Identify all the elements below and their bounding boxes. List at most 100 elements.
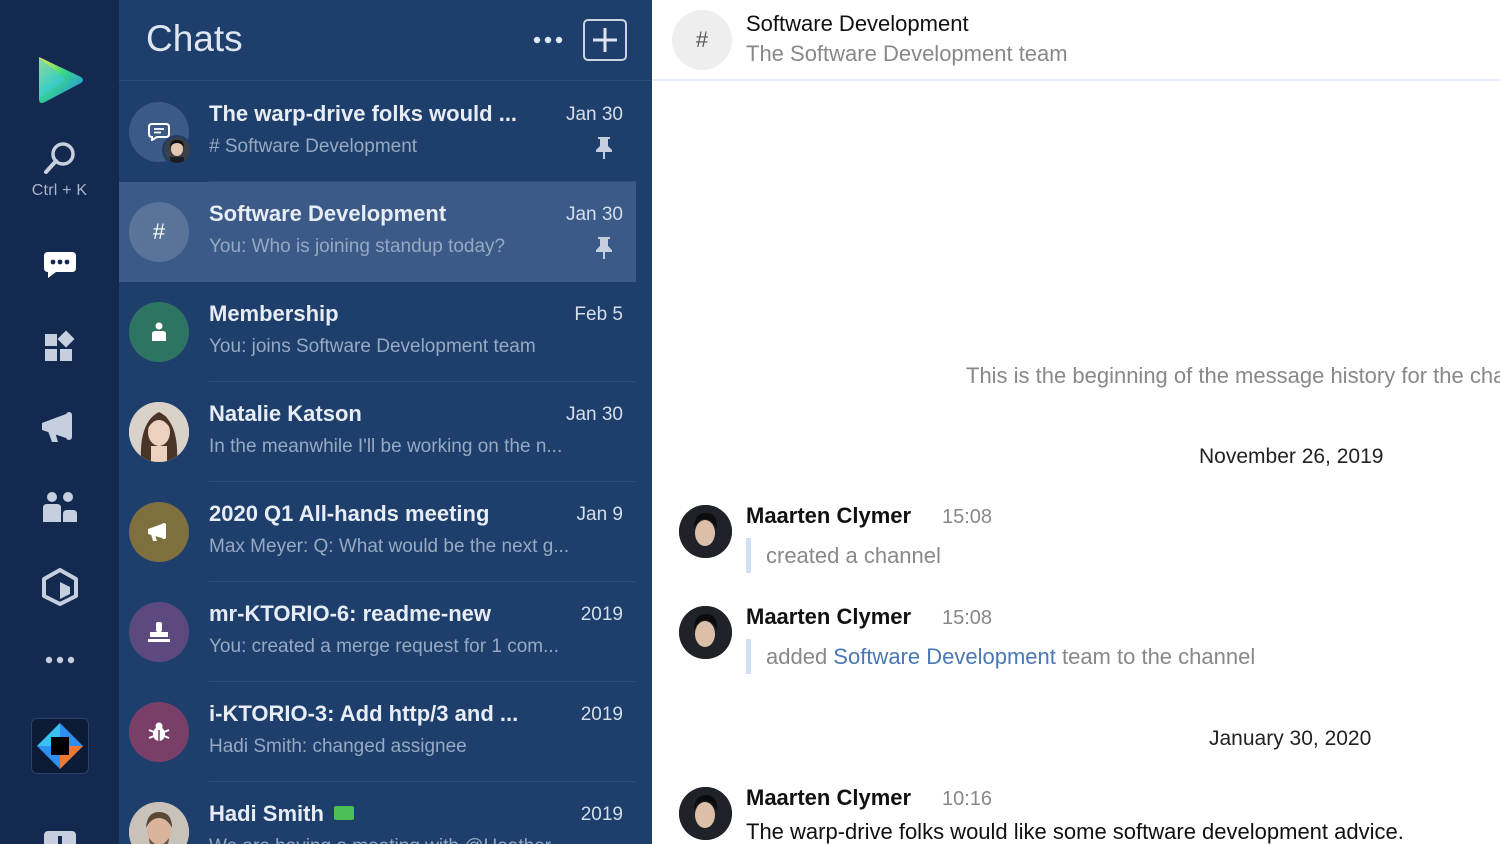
plus-icon bbox=[43, 831, 76, 844]
person-photo-icon bbox=[164, 137, 190, 163]
megaphone-icon bbox=[148, 523, 166, 541]
message-author[interactable]: Maarten Clymer bbox=[746, 503, 911, 529]
chat-list-item[interactable]: Hadi Smith 2019 We are having a meeting … bbox=[119, 782, 636, 844]
message-time: 15:08 bbox=[942, 506, 993, 528]
chats-panel: Chats The warp-drive folks would ... Jan… bbox=[119, 0, 652, 844]
space-logo[interactable] bbox=[0, 55, 119, 105]
chat-date: 2019 bbox=[580, 804, 623, 825]
chats-rail-item[interactable] bbox=[0, 250, 119, 280]
person-photo-icon bbox=[129, 802, 189, 844]
online-status-icon bbox=[333, 806, 354, 821]
package-icon bbox=[41, 568, 78, 606]
date-separator: November 26, 2019 bbox=[1199, 445, 1384, 468]
chat-avatar bbox=[129, 702, 189, 762]
participant-avatar bbox=[162, 135, 192, 165]
chat-list-item-selected[interactable]: # Software Development Jan 30 You: Who i… bbox=[119, 182, 636, 282]
system-message: added Software Development team to the c… bbox=[746, 639, 1255, 674]
apps-rail-item[interactable] bbox=[0, 330, 119, 364]
search-rail-item[interactable]: Ctrl + K bbox=[0, 140, 119, 200]
author-avatar[interactable] bbox=[679, 606, 732, 659]
channel-title[interactable]: Software Development bbox=[746, 11, 969, 37]
chat-avatar: # bbox=[129, 202, 189, 262]
bug-icon bbox=[148, 722, 170, 741]
left-rail: Ctrl + K bbox=[0, 0, 119, 844]
message-author[interactable]: Maarten Clymer bbox=[746, 785, 911, 811]
pin-icon[interactable] bbox=[594, 136, 614, 160]
more-rail-item[interactable] bbox=[0, 655, 119, 665]
chat-title: Hadi Smith bbox=[209, 801, 549, 827]
jetbrains-toolbox-icon bbox=[36, 723, 83, 769]
megaphone-icon bbox=[41, 412, 72, 442]
person-photo-icon bbox=[679, 606, 732, 659]
chat-icon bbox=[43, 252, 76, 278]
chat-date: 2019 bbox=[580, 604, 623, 625]
message-author[interactable]: Maarten Clymer bbox=[746, 604, 911, 630]
system-message-text: team to the channel bbox=[1055, 644, 1256, 669]
channel-hash-icon: # bbox=[695, 27, 709, 52]
search-shortcut-hint: Ctrl + K bbox=[31, 182, 88, 199]
chat-date: Feb 5 bbox=[574, 304, 623, 325]
chat-preview: You: joins Software Development team bbox=[209, 336, 536, 357]
stamp-icon bbox=[148, 622, 170, 642]
chat-list-item[interactable]: i-KTORIO-3: Add http/3 and ... 2019 Hadi… bbox=[119, 682, 636, 782]
toolbox-app-tile bbox=[30, 718, 89, 774]
date-separator: January 30, 2020 bbox=[1209, 727, 1372, 750]
chat-preview: You: created a merge request for 1 com..… bbox=[209, 636, 559, 657]
chat-date: 2019 bbox=[580, 704, 623, 725]
chat-title: Natalie Katson bbox=[209, 401, 362, 426]
channel-view: # Software Development The Software Deve… bbox=[652, 0, 1500, 844]
chat-avatar bbox=[129, 802, 189, 844]
chat-title: mr-KTORIO-6: readme-new bbox=[209, 601, 491, 626]
chat-avatar bbox=[129, 402, 189, 462]
chat-list-item[interactable]: Natalie Katson Jan 30 In the meanwhile I… bbox=[119, 382, 636, 482]
author-avatar[interactable] bbox=[679, 505, 732, 558]
chat-preview: You: Who is joining standup today? bbox=[209, 236, 506, 257]
announcements-rail-item[interactable] bbox=[0, 410, 119, 444]
search-icon bbox=[43, 142, 75, 174]
chat-list-item[interactable]: The warp-drive folks would ... Jan 30 # … bbox=[119, 82, 636, 182]
plus-icon bbox=[593, 28, 617, 52]
chats-header: Chats bbox=[119, 0, 652, 81]
channel-header: # Software Development The Software Deve… bbox=[652, 0, 1500, 81]
chat-avatar bbox=[129, 602, 189, 662]
chat-title: Membership bbox=[209, 301, 339, 326]
chat-preview: Max Meyer: Q: What would be the next g..… bbox=[209, 536, 570, 557]
chat-avatar bbox=[129, 302, 189, 362]
chat-title: The warp-drive folks would ... bbox=[209, 101, 518, 126]
space-logo-icon bbox=[38, 57, 83, 103]
toolbox-rail-item[interactable] bbox=[0, 718, 119, 774]
person-photo-icon bbox=[679, 505, 732, 558]
team-icon bbox=[42, 492, 77, 522]
chat-date: Jan 30 bbox=[565, 104, 623, 125]
channel-hash-icon: # bbox=[152, 219, 166, 244]
new-chat-button[interactable] bbox=[583, 19, 627, 61]
chats-more-button[interactable] bbox=[529, 22, 567, 58]
chat-list-item[interactable]: Membership Feb 5 You: joins Software Dev… bbox=[119, 282, 636, 382]
add-rail-item[interactable] bbox=[0, 830, 119, 844]
chat-title: Software Development bbox=[209, 201, 447, 226]
chat-date: Jan 9 bbox=[576, 504, 623, 525]
author-avatar[interactable] bbox=[679, 787, 732, 840]
teams-rail-item[interactable] bbox=[0, 490, 119, 524]
message-time: 15:08 bbox=[942, 607, 993, 629]
chat-date: Jan 30 bbox=[565, 204, 623, 225]
packages-rail-item[interactable] bbox=[0, 568, 119, 606]
chat-preview: We are having a meeting with @Heather... bbox=[209, 836, 614, 844]
chat-list-item[interactable]: 2020 Q1 All-hands meeting Jan 9 Max Meye… bbox=[119, 482, 636, 582]
pin-icon[interactable] bbox=[594, 236, 614, 260]
chat-list-item[interactable]: mr-KTORIO-6: readme-new 2019 You: create… bbox=[119, 582, 636, 682]
chat-title-text: Hadi Smith bbox=[209, 801, 324, 826]
chat-date: Jan 30 bbox=[565, 404, 623, 425]
system-message-text: added bbox=[766, 644, 834, 669]
message-time: 10:16 bbox=[942, 788, 993, 810]
chat-preview: In the meanwhile I'll be working on the … bbox=[209, 436, 563, 457]
team-link[interactable]: Software Development bbox=[833, 644, 1056, 669]
apps-grid-icon bbox=[44, 330, 74, 361]
channel-avatar[interactable]: # bbox=[672, 10, 732, 70]
channel-description: The Software Development team bbox=[746, 41, 1068, 66]
chat-title: 2020 Q1 All-hands meeting bbox=[209, 501, 490, 526]
more-dots-icon bbox=[45, 656, 74, 664]
person-photo-icon bbox=[679, 787, 732, 840]
person-photo-icon bbox=[129, 402, 189, 462]
system-message: created a channel bbox=[746, 538, 941, 573]
